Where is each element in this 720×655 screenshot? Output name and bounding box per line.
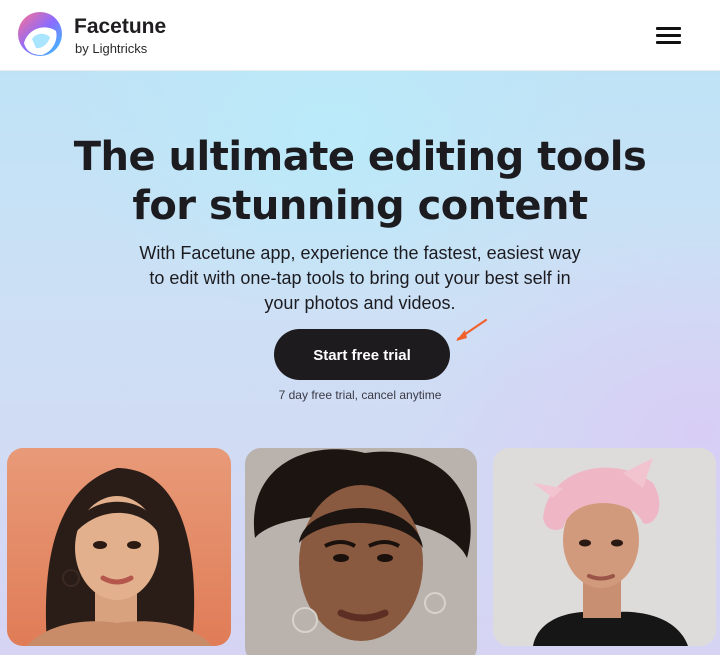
hero-section: The ultimate editing tools for stunning … [0, 71, 720, 655]
hero-headline: The ultimate editing tools for stunning … [0, 133, 720, 231]
portrait-photo-3 [493, 448, 716, 646]
portrait-photo-2 [245, 448, 477, 655]
start-free-trial-button[interactable]: Start free trial [274, 329, 450, 380]
site-header: Facetune by Lightricks [0, 0, 720, 71]
brand-subtitle: by Lightricks [75, 41, 148, 56]
headline-line-2: for stunning content [132, 183, 588, 229]
trial-note: 7 day free trial, cancel anytime [278, 388, 442, 402]
facetune-logo-icon[interactable] [14, 11, 66, 57]
hamburger-line [656, 34, 681, 37]
headline-line-1: The ultimate editing tools [73, 134, 647, 180]
portrait-photo-1 [7, 448, 231, 646]
brand-name[interactable]: Facetune [74, 15, 166, 39]
hamburger-menu-button[interactable] [650, 22, 686, 50]
hamburger-line [656, 27, 681, 30]
hero-subtext: With Facetune app, experience the fastes… [139, 243, 581, 313]
arrow-pointer-icon [456, 318, 488, 341]
hamburger-line [656, 41, 681, 44]
